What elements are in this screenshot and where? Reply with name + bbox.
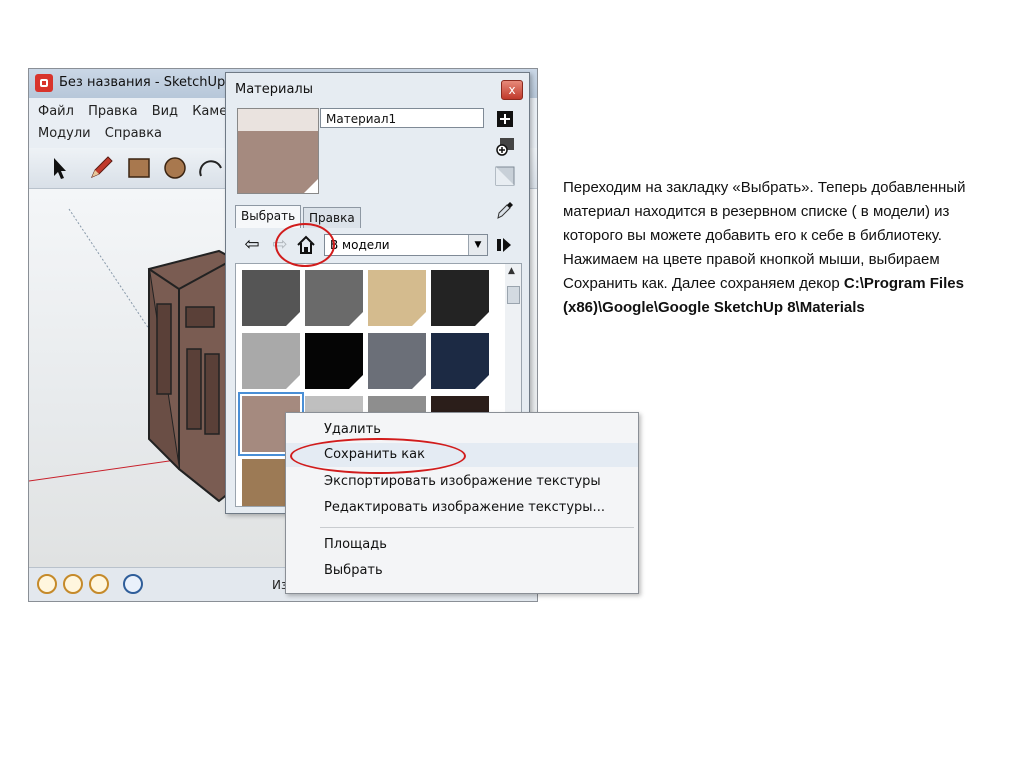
window-title: Без названия - SketchUp <box>59 75 226 90</box>
material-preview[interactable] <box>237 108 319 194</box>
menu-view[interactable]: Вид <box>152 104 178 119</box>
menu-help[interactable]: Справка <box>105 126 162 141</box>
menu-item-select[interactable]: Выбрать <box>286 559 638 583</box>
material-name-field[interactable]: Материал1 <box>320 108 484 128</box>
close-icon[interactable]: x <box>501 80 523 100</box>
rectangle-icon[interactable] <box>125 154 153 182</box>
arc-icon[interactable] <box>197 154 225 182</box>
material-swatch[interactable] <box>368 270 426 326</box>
menu-item-export-texture[interactable]: Экспортировать изображение текстуры <box>286 470 638 494</box>
chevron-down-icon: ▼ <box>468 235 487 255</box>
details-arrow-icon[interactable] <box>493 234 515 256</box>
collection-dropdown[interactable]: В модели ▼ <box>324 234 488 256</box>
material-swatch[interactable] <box>242 270 300 326</box>
create-material-icon[interactable] <box>494 107 516 129</box>
lightbulb-icon[interactable] <box>37 574 57 594</box>
menu-item-delete[interactable]: Удалить <box>286 418 638 442</box>
menu-item-edit-texture[interactable]: Редактировать изображение текстуры... <box>286 496 638 520</box>
material-swatch[interactable] <box>431 333 489 389</box>
menu-separator <box>320 527 634 528</box>
circle-icon[interactable] <box>161 154 189 182</box>
annotation-ellipse-home <box>275 223 335 267</box>
display-secondary-pane-icon[interactable] <box>494 165 516 187</box>
material-swatch[interactable] <box>431 270 489 326</box>
select-arrow-icon[interactable] <box>45 154 73 182</box>
eyedropper-icon[interactable] <box>494 199 516 221</box>
menu-file[interactable]: Файл <box>38 104 74 119</box>
annotation-ellipse-save-as <box>290 438 466 474</box>
scroll-up-icon[interactable]: ▲ <box>508 266 515 276</box>
collection-value: В модели <box>330 238 390 252</box>
explanation-paragraph-1: Переходим на закладку «Выбрать». Теперь … <box>563 179 966 244</box>
material-swatch[interactable] <box>305 270 363 326</box>
menu-item-area[interactable]: Площадь <box>286 533 638 557</box>
explanation-text: Переходим на закладку «Выбрать». Теперь … <box>563 176 983 320</box>
back-arrow-icon[interactable]: ⇦ <box>241 234 263 256</box>
material-swatch[interactable] <box>305 333 363 389</box>
help-icon[interactable] <box>123 574 143 594</box>
credits-icon[interactable] <box>89 574 109 594</box>
menu-edit[interactable]: Правка <box>88 104 137 119</box>
materials-title: Материалы <box>235 82 313 97</box>
material-swatch[interactable] <box>368 333 426 389</box>
pencil-icon[interactable] <box>87 154 115 182</box>
info-icon[interactable] <box>63 574 83 594</box>
explanation-paragraph-2: Нажимаем на цвете правой кнопкой мыши, в… <box>563 248 983 320</box>
scroll-thumb[interactable] <box>507 286 520 304</box>
sketchup-logo-icon <box>35 74 53 92</box>
material-swatch[interactable] <box>242 333 300 389</box>
default-material-icon[interactable] <box>494 135 516 157</box>
menu-plugins[interactable]: Модули <box>38 126 91 141</box>
